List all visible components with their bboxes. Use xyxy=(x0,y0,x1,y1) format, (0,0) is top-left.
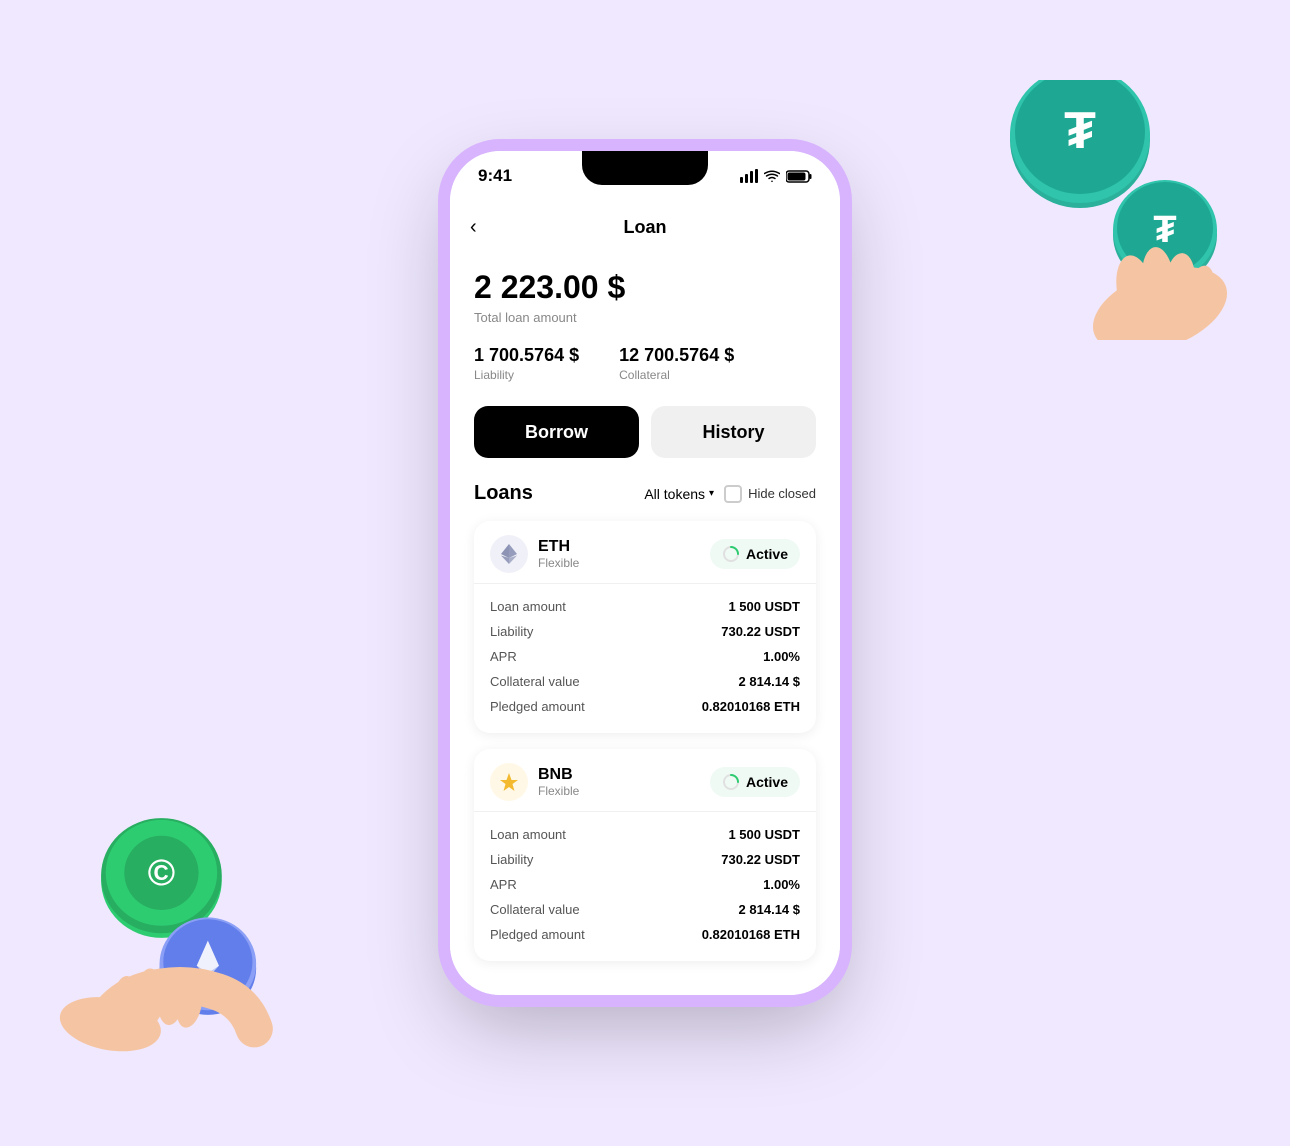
signal-icon xyxy=(740,169,758,183)
hide-closed-toggle[interactable]: Hide closed xyxy=(724,485,816,503)
bnb-coin-info: BNB Flexible xyxy=(490,763,579,801)
hide-closed-checkbox[interactable] xyxy=(724,485,742,503)
collateral-value: 12 700.5764 $ xyxy=(619,345,734,366)
bnb-label-0: Loan amount xyxy=(490,827,566,842)
bnb-loan-details: Loan amount 1 500 USDT Liability 730.22 … xyxy=(474,812,816,961)
battery-icon xyxy=(786,170,812,183)
eth-row-3: Collateral value 2 814.14 $ xyxy=(490,669,800,694)
main-content: 2 223.00 $ Total loan amount 1 700.5764 … xyxy=(450,253,840,995)
decorative-hand-right: ₮ ₮ xyxy=(980,80,1240,340)
tab-history[interactable]: History xyxy=(651,406,816,458)
eth-status-text: Active xyxy=(746,546,788,562)
bnb-status-text: Active xyxy=(746,774,788,790)
decorative-hand-left: © xyxy=(50,806,310,1066)
bnb-status-badge: Active xyxy=(710,767,800,797)
loans-header: Loans All tokens ▾ Hide closed xyxy=(474,482,816,505)
bnb-value-0: 1 500 USDT xyxy=(728,827,800,842)
phone-notch xyxy=(582,151,708,185)
eth-label-2: APR xyxy=(490,649,517,664)
eth-status-badge: Active xyxy=(710,539,800,569)
bnb-row-2: APR 1.00% xyxy=(490,872,800,897)
liability-value: 1 700.5764 $ xyxy=(474,345,579,366)
eth-value-4: 0.82010168 ETH xyxy=(702,699,800,714)
bnb-value-2: 1.00% xyxy=(763,877,800,892)
eth-coin-details: ETH Flexible xyxy=(538,538,579,570)
bnb-label-1: Liability xyxy=(490,852,533,867)
stats-row: 1 700.5764 $ Liability 12 700.5764 $ Col… xyxy=(474,345,816,382)
eth-loan-details: Loan amount 1 500 USDT Liability 730.22 … xyxy=(474,584,816,733)
bnb-label-2: APR xyxy=(490,877,517,892)
bnb-row-0: Loan amount 1 500 USDT xyxy=(490,822,800,847)
eth-label-4: Pledged amount xyxy=(490,699,585,714)
svg-text:₮: ₮ xyxy=(1064,102,1096,160)
status-time: 9:41 xyxy=(478,166,512,186)
bnb-coin-details: BNB Flexible xyxy=(538,766,579,798)
liability-stat: 1 700.5764 $ Liability xyxy=(474,345,579,382)
bnb-coin-icon xyxy=(490,763,528,801)
phone-shell: 9:41 xyxy=(450,151,840,995)
filter-label: All tokens xyxy=(644,486,705,502)
loan-card-bnb-header: BNB Flexible Active xyxy=(474,749,816,812)
eth-logo xyxy=(497,542,521,566)
collateral-stat: 12 700.5764 $ Collateral xyxy=(619,345,734,382)
tab-borrow[interactable]: Borrow xyxy=(474,406,639,458)
page-title: Loan xyxy=(624,217,667,238)
eth-value-3: 2 814.14 $ xyxy=(739,674,800,689)
status-icons xyxy=(740,169,812,183)
liability-label: Liability xyxy=(474,368,579,382)
loans-list: ETH Flexible Active xyxy=(474,521,816,961)
eth-label-3: Collateral value xyxy=(490,674,580,689)
eth-coin-icon xyxy=(490,535,528,573)
collateral-label: Collateral xyxy=(619,368,734,382)
eth-row-0: Loan amount 1 500 USDT xyxy=(490,594,800,619)
bnb-row-4: Pledged amount 0.82010168 ETH xyxy=(490,922,800,947)
eth-value-1: 730.22 USDT xyxy=(721,624,800,639)
bnb-value-1: 730.22 USDT xyxy=(721,852,800,867)
loan-card-eth-header: ETH Flexible Active xyxy=(474,521,816,584)
eth-row-4: Pledged amount 0.82010168 ETH xyxy=(490,694,800,719)
eth-label-1: Liability xyxy=(490,624,533,639)
total-amount-value: 2 223.00 $ xyxy=(474,269,816,306)
bnb-coin-type: Flexible xyxy=(538,784,579,798)
loan-card-eth: ETH Flexible Active xyxy=(474,521,816,733)
eth-coin-type: Flexible xyxy=(538,556,579,570)
eth-value-2: 1.00% xyxy=(763,649,800,664)
loans-controls: All tokens ▾ Hide closed xyxy=(644,485,816,503)
bnb-value-3: 2 814.14 $ xyxy=(739,902,800,917)
eth-value-0: 1 500 USDT xyxy=(728,599,800,614)
bnb-value-4: 0.82010168 ETH xyxy=(702,927,800,942)
chevron-down-icon: ▾ xyxy=(709,488,714,499)
loans-title: Loans xyxy=(474,482,533,505)
eth-coin-info: ETH Flexible xyxy=(490,535,579,573)
eth-active-spinner xyxy=(722,545,740,563)
nav-header: ‹ Loan xyxy=(450,201,840,253)
filter-button[interactable]: All tokens ▾ xyxy=(644,486,714,502)
tab-row: Borrow History xyxy=(474,406,816,458)
bnb-row-3: Collateral value 2 814.14 $ xyxy=(490,897,800,922)
bnb-coin-name: BNB xyxy=(538,766,579,784)
bnb-label-4: Pledged amount xyxy=(490,927,585,942)
eth-label-0: Loan amount xyxy=(490,599,566,614)
wifi-icon xyxy=(764,170,780,183)
eth-coin-name: ETH xyxy=(538,538,579,556)
bnb-active-spinner xyxy=(722,773,740,791)
svg-text:₮: ₮ xyxy=(1153,209,1176,251)
eth-row-1: Liability 730.22 USDT xyxy=(490,619,800,644)
loan-card-bnb: BNB Flexible Active xyxy=(474,749,816,961)
hide-closed-label: Hide closed xyxy=(748,486,816,501)
bnb-logo xyxy=(497,770,521,794)
svg-text:©: © xyxy=(148,851,175,893)
total-amount-label: Total loan amount xyxy=(474,310,816,325)
eth-row-2: APR 1.00% xyxy=(490,644,800,669)
bnb-label-3: Collateral value xyxy=(490,902,580,917)
bnb-row-1: Liability 730.22 USDT xyxy=(490,847,800,872)
back-button[interactable]: ‹ xyxy=(470,216,477,239)
